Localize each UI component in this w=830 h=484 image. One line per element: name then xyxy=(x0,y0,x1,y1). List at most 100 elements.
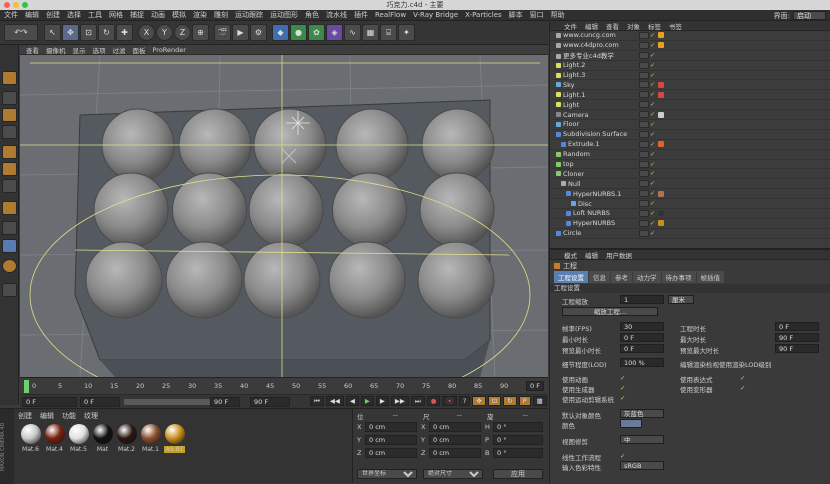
object-row[interactable]: Circle ✓ xyxy=(550,229,830,239)
object-menu-item[interactable]: 书签 xyxy=(669,21,682,31)
object-tag-icon[interactable] xyxy=(658,220,664,227)
visibility-toggle[interactable] xyxy=(639,180,649,188)
menu-item[interactable]: 脚本 xyxy=(509,10,523,20)
viewport-menu-item[interactable]: 查看 xyxy=(26,45,39,55)
camera-icon[interactable]: ⌸ xyxy=(380,24,397,41)
layout-select[interactable]: 启动 xyxy=(793,11,826,20)
texture-mode-icon[interactable] xyxy=(2,108,17,122)
enabled-check-icon[interactable]: ✓ xyxy=(650,230,655,237)
snap-icon[interactable] xyxy=(2,239,17,253)
chocolate-ball[interactable] xyxy=(93,172,169,248)
minimize-window-button[interactable] xyxy=(13,2,19,8)
visibility-toggle[interactable] xyxy=(639,150,649,158)
y-axis-lock-icon[interactable]: Y xyxy=(156,24,173,41)
object-row[interactable]: top ✓ xyxy=(550,160,830,170)
object-row[interactable]: Loft NURBS ✓ xyxy=(550,209,830,219)
duration-input[interactable]: 0 F xyxy=(775,322,819,331)
visibility-toggle[interactable] xyxy=(639,61,649,69)
start-frame-field[interactable]: 0 F xyxy=(80,397,120,407)
menu-item[interactable]: 创建 xyxy=(46,10,60,20)
attribute-tab[interactable]: 参考 xyxy=(611,270,632,283)
material-menu-item[interactable]: 创建 xyxy=(18,411,32,421)
viewport-menu-item[interactable]: 过滤 xyxy=(113,45,126,55)
material-menu-item[interactable]: 功能 xyxy=(62,411,76,421)
coord-position-field[interactable]: 0 cm xyxy=(365,435,417,445)
attribute-tab[interactable]: 工程设置 xyxy=(554,270,588,283)
render-picture-viewer-icon[interactable]: ▶ xyxy=(232,24,249,41)
scale-unit-select[interactable]: 厘米 xyxy=(668,295,694,304)
visibility-toggle[interactable] xyxy=(639,160,649,168)
x-axis-lock-icon[interactable]: X xyxy=(138,24,155,41)
menu-item[interactable]: 工具 xyxy=(88,10,102,20)
visibility-toggle[interactable] xyxy=(639,140,649,148)
use-animation-checkbox[interactable]: ✓ xyxy=(620,374,625,382)
enabled-check-icon[interactable]: ✓ xyxy=(650,131,655,138)
object-row[interactable]: Light.2 ✓ xyxy=(550,61,830,71)
perspective-viewport[interactable] xyxy=(20,55,548,377)
make-editable-icon[interactable] xyxy=(2,71,17,85)
play-icon[interactable]: ▶ xyxy=(360,396,374,406)
preview-min-input[interactable]: 0 F xyxy=(620,344,664,353)
menu-item[interactable]: 运动图形 xyxy=(270,10,298,20)
visibility-toggle[interactable] xyxy=(639,219,649,227)
visibility-toggle[interactable] xyxy=(639,209,649,217)
menu-item[interactable]: 流水线 xyxy=(326,10,347,20)
enabled-check-icon[interactable]: ✓ xyxy=(650,121,655,128)
material-swatch[interactable]: Mat.4 xyxy=(44,424,65,457)
visibility-toggle[interactable] xyxy=(639,130,649,138)
prev-key-icon[interactable]: ◀◀ xyxy=(325,396,344,406)
live-select-icon[interactable]: ↖ xyxy=(44,24,61,41)
axis-mode-icon[interactable] xyxy=(2,201,17,215)
enabled-check-icon[interactable]: ✓ xyxy=(650,180,655,187)
coord-rotation-field[interactable]: 0 ° xyxy=(493,422,543,432)
menu-item[interactable]: 编辑 xyxy=(25,10,39,20)
menu-item[interactable]: 插件 xyxy=(354,10,368,20)
object-row[interactable]: Light.1 ✓ xyxy=(550,90,830,101)
attribute-tab[interactable]: 信息 xyxy=(589,270,610,283)
workplane-lock-icon[interactable] xyxy=(2,283,17,297)
object-tag-icon[interactable] xyxy=(658,81,664,88)
menu-item[interactable]: RealFlow xyxy=(375,11,406,19)
object-menu-item[interactable]: 标签 xyxy=(648,21,661,31)
visibility-toggle[interactable] xyxy=(639,111,649,119)
coord-rotation-field[interactable]: 0 ° xyxy=(493,435,543,445)
enabled-check-icon[interactable]: ✓ xyxy=(650,190,655,197)
material-swatch[interactable]: Mat.1 xyxy=(140,424,161,457)
visibility-toggle[interactable] xyxy=(639,200,649,208)
object-row[interactable]: Floor ✓ xyxy=(550,120,830,130)
object-menu-item[interactable]: 文件 xyxy=(564,21,577,31)
param-key-icon[interactable]: P xyxy=(518,396,531,406)
fps-input[interactable]: 30 xyxy=(620,322,664,331)
lod-input[interactable]: 100 % xyxy=(620,358,664,367)
chocolate-ball[interactable] xyxy=(417,241,495,319)
enabled-check-icon[interactable]: ✓ xyxy=(650,141,655,148)
object-row[interactable]: Null ✓ xyxy=(550,179,830,190)
object-row[interactable]: Light.3 ✓ xyxy=(550,71,830,81)
position-key-icon[interactable]: ✥ xyxy=(472,396,486,406)
use-motion-system-checkbox[interactable]: ✓ xyxy=(620,394,625,402)
use-expressions-checkbox[interactable]: ✓ xyxy=(740,374,745,382)
menu-item[interactable]: 窗口 xyxy=(530,10,544,20)
visibility-toggle[interactable] xyxy=(639,71,649,79)
material-swatch[interactable]: Mat.6 xyxy=(20,424,41,457)
chocolate-ball[interactable] xyxy=(332,172,407,248)
tweak-icon[interactable] xyxy=(2,221,17,235)
object-row[interactable]: Extrude.1 ✓ xyxy=(550,140,830,150)
menu-item[interactable]: 捕捉 xyxy=(130,10,144,20)
scene-icon[interactable]: ▦ xyxy=(362,24,379,41)
next-frame-icon[interactable]: ▶ xyxy=(375,396,389,406)
menu-item[interactable]: 角色 xyxy=(305,10,319,20)
rotation-key-icon[interactable]: ↻ xyxy=(503,396,517,406)
object-row[interactable]: HyperNURBS ✓ xyxy=(550,219,830,229)
object-tag-icon[interactable] xyxy=(658,91,664,98)
zoom-window-button[interactable] xyxy=(22,2,28,8)
object-row[interactable]: Subdivision Surface ✓ xyxy=(550,130,830,140)
visibility-toggle[interactable] xyxy=(639,170,649,178)
menu-item[interactable]: 帮助 xyxy=(551,10,565,20)
render-settings-icon[interactable]: ⚙ xyxy=(250,24,267,41)
menu-item[interactable]: 模拟 xyxy=(172,10,186,20)
viewport-menu-item[interactable]: ProRender xyxy=(153,46,186,54)
object-row[interactable]: Disc ✓ xyxy=(550,199,830,210)
menu-item[interactable]: 选择 xyxy=(67,10,81,20)
coord-position-field[interactable]: 0 cm xyxy=(365,448,417,458)
